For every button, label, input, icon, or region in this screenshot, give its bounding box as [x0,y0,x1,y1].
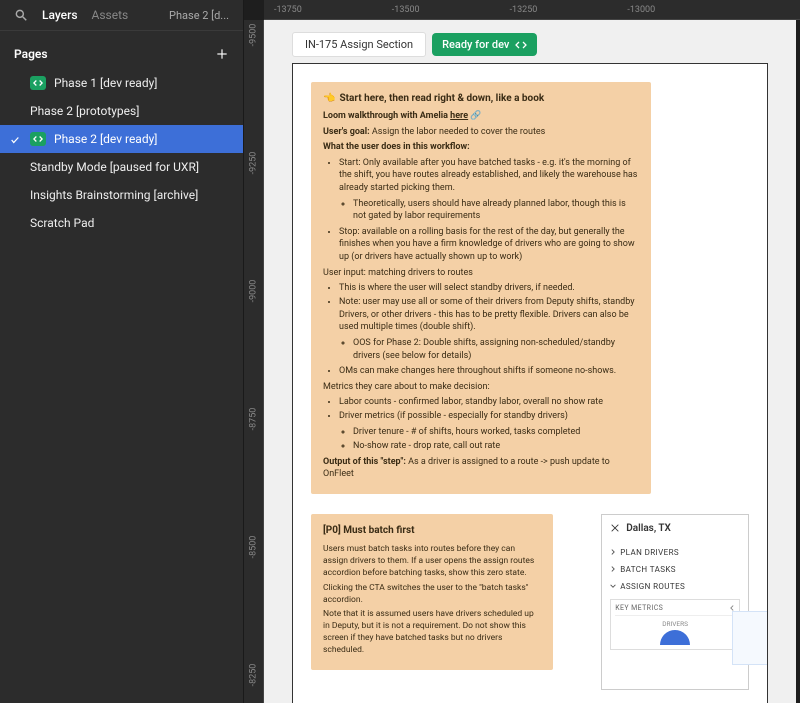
input-list: This is where the user will select stand… [339,282,639,378]
chevron-right-icon [610,566,616,572]
check-icon [10,134,20,144]
code-icon [515,40,527,50]
crosshair-icon [610,523,620,533]
pages-header: Pages [0,31,243,69]
ruler-tick: -8250 [249,664,259,687]
mock-item-assign[interactable]: ASSIGN ROUTES [610,578,740,595]
ready-for-dev-pill[interactable]: Ready for dev [432,33,537,56]
workflow-list: Start: Only available after you have bat… [339,157,639,264]
mock-subheader: KEY METRICS [615,604,735,616]
page-item[interactable]: Phase 2 [dev ready] [0,125,243,153]
mock-item-plan[interactable]: PLAN DRIVERS [610,544,740,561]
layers-sidebar: Layers Assets Phase 2 [d... Pages Phase … [0,0,244,703]
sidebar-tabs: Layers Assets Phase 2 [d... [0,0,243,31]
mock-chart-circle [660,630,690,645]
chevron-right-icon [610,549,616,555]
mock-panel-inner: KEY METRICS DRIVERS [610,599,740,650]
page-item[interactable]: Insights Brainstorming [archive] [0,181,243,209]
ruler-tick: -9000 [249,280,259,303]
note2-title: [P0] Must batch first [323,524,541,538]
ruler-tick: -13000 [627,5,655,15]
current-page-badge[interactable]: Phase 2 [d... [169,9,229,22]
ruler-tick: -13750 [274,5,302,15]
ruler-tick: -8500 [249,536,259,559]
pointing-hand-icon: 👈 [323,92,335,106]
page-item[interactable]: Standby Mode [paused for UXR] [0,153,243,181]
mock-drivers-label: DRIVERS [615,620,735,628]
ruler-horizontal: -13750 -13500 -13250 -13000 [264,0,800,20]
page-label: Standby Mode [paused for UXR] [30,160,199,174]
page-label: Scratch Pad [30,216,94,230]
frame-header: IN-175 Assign Section Ready for dev [264,20,796,63]
pages-list: Phase 1 [dev ready] Phase 2 [prototypes] P… [0,69,243,237]
tab-assets[interactable]: Assets [92,8,129,22]
tab-layers[interactable]: Layers [42,8,78,22]
mockup-panel[interactable]: Dallas, TX PLAN DRIVERS BATCH TASKS ASSI… [601,514,749,690]
canvas[interactable]: IN-175 Assign Section Ready for dev 👈 St… [264,20,796,703]
goal-line: User's goal: Assign the labor needed to … [323,126,639,139]
page-label: Phase 2 [dev ready] [54,132,157,146]
page-label: Phase 1 [dev ready] [54,76,157,90]
ruler-tick: -13250 [510,5,538,15]
page-label: Phase 2 [prototypes] [30,104,139,118]
ruler-tick: -9500 [249,24,259,47]
dev-ready-icon [30,76,46,90]
output-line: Output of this "step": As a driver is as… [323,456,639,481]
page-item[interactable]: Phase 2 [prototypes] [0,97,243,125]
note-title: 👈 Start here, then read right & down, li… [323,92,639,106]
plus-icon[interactable] [215,47,229,61]
note2-p2: Clicking the CTA switches the user to th… [323,583,541,607]
ruler-tick: -9250 [249,152,259,175]
page-item[interactable]: Phase 1 [dev ready] [0,69,243,97]
frame-tab[interactable]: IN-175 Assign Section [292,32,426,57]
chevron-down-icon [610,583,616,589]
ruler-tick: -8750 [249,408,259,431]
canvas-area: -13750 -13500 -13250 -13000 -9500 -9250 -9000… [244,0,800,703]
dev-ready-icon [30,132,46,146]
metrics-label: Metrics they care about to make decision… [323,381,639,394]
ready-label: Ready for dev [442,38,509,51]
mock-location: Dallas, TX [610,523,740,534]
page-label: Insights Brainstorming [archive] [30,188,198,202]
input-label: User input: matching drivers to routes [323,267,639,280]
ruler-tick: -13500 [392,5,420,15]
metrics-list: Labor counts - confirmed labor, standby … [339,396,639,452]
pages-title: Pages [14,47,48,61]
note2-p1: Users must batch tasks into routes befor… [323,544,541,580]
ruler-vertical: -9500 -9250 -9000 -8750 -8500 -8250 [244,20,264,703]
mock-item-batch[interactable]: BATCH TASKS [610,561,740,578]
below-row: [P0] Must batch first Users must batch t… [311,514,749,690]
search-icon[interactable] [14,8,28,22]
design-frame[interactable]: 👈 Start here, then read right & down, li… [292,63,768,703]
mock-side-panel [732,611,768,665]
note-start-here[interactable]: 👈 Start here, then read right & down, li… [311,82,651,494]
page-item[interactable]: Scratch Pad [0,209,243,237]
loom-line: Loom walkthrough with Amelia here 🔗 [323,110,639,123]
note2-p3: Note that it is assumed users have drive… [323,609,541,657]
note-must-batch[interactable]: [P0] Must batch first Users must batch t… [311,514,553,670]
workflow-label: What the user does in this workflow: [323,141,639,154]
